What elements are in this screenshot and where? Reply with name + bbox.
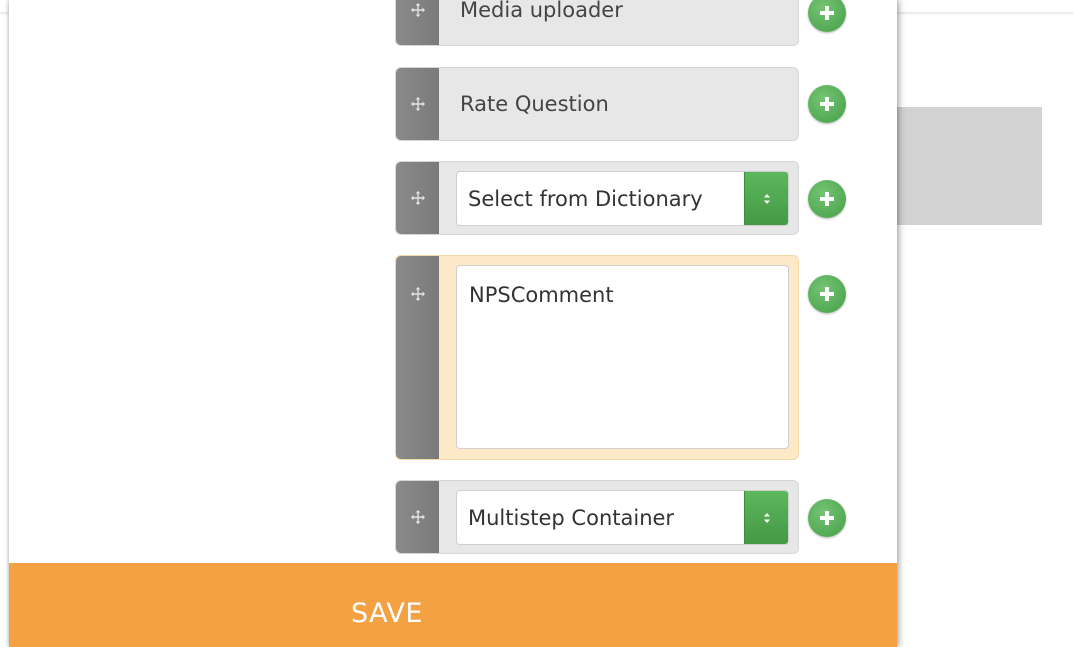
drag-handle[interactable] xyxy=(396,256,439,459)
plus-icon xyxy=(820,97,834,111)
move-icon xyxy=(410,287,425,301)
select-value: Multistep Container xyxy=(468,505,675,530)
drag-handle[interactable] xyxy=(396,481,439,553)
field-label-media-uploader: Media uploader xyxy=(460,0,623,22)
move-icon xyxy=(410,191,425,205)
add-field-button[interactable] xyxy=(808,275,846,313)
sort-arrows-icon xyxy=(763,193,770,204)
select-arrow-button[interactable] xyxy=(744,491,788,544)
plus-icon xyxy=(820,511,834,525)
field-row-media-uploader[interactable]: Media uploader xyxy=(395,0,799,46)
plus-icon xyxy=(820,192,834,206)
add-field-button[interactable] xyxy=(808,85,846,123)
select-value: Select from Dictionary xyxy=(468,186,703,211)
move-icon xyxy=(410,510,425,524)
background-panel-block xyxy=(897,107,1042,225)
drag-handle[interactable] xyxy=(396,162,439,234)
drag-handle[interactable] xyxy=(396,68,439,140)
container-select[interactable]: Multistep Container xyxy=(456,490,789,545)
nps-comment-textarea[interactable]: NPSComment xyxy=(456,265,789,449)
move-icon xyxy=(410,3,425,17)
field-row-multistep-container[interactable]: Multistep Container xyxy=(395,480,799,554)
add-field-button[interactable] xyxy=(808,499,846,537)
field-row-select-dictionary[interactable]: Select from Dictionary xyxy=(395,161,799,235)
field-label-rate-question: Rate Question xyxy=(460,92,609,116)
add-field-button[interactable] xyxy=(808,0,846,32)
plus-icon xyxy=(820,6,834,20)
field-row-nps-comment[interactable]: NPSComment xyxy=(395,255,799,460)
save-button[interactable]: SAVE xyxy=(9,563,897,647)
form-builder-panel: Media uploader Rate Question Select from… xyxy=(9,0,897,647)
move-icon xyxy=(410,97,425,111)
select-arrow-button[interactable] xyxy=(744,172,788,225)
add-field-button[interactable] xyxy=(808,180,846,218)
sort-arrows-icon xyxy=(763,512,770,523)
save-label: SAVE xyxy=(351,597,423,629)
drag-handle[interactable] xyxy=(396,0,439,45)
field-row-rate-question[interactable]: Rate Question xyxy=(395,67,799,141)
dictionary-select[interactable]: Select from Dictionary xyxy=(456,171,789,226)
plus-icon xyxy=(820,287,834,301)
